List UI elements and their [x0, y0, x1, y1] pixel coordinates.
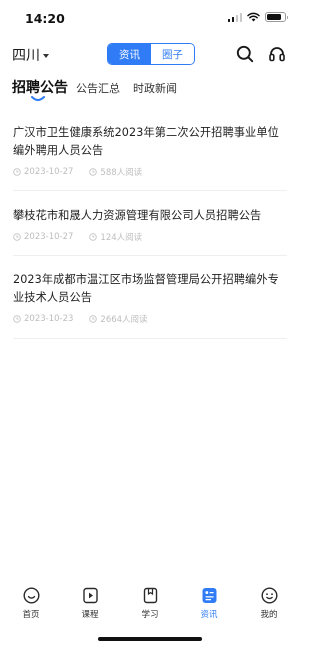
clock-icon — [13, 233, 21, 241]
article-meta: 2023-10-27 588人阅读 — [13, 166, 288, 178]
divider — [13, 338, 287, 339]
divider — [13, 190, 287, 191]
home-face-icon — [22, 586, 40, 604]
headset-icon — [269, 47, 285, 62]
battery-icon — [265, 12, 288, 22]
nav-study[interactable]: 学习 — [128, 586, 172, 620]
clock-icon — [13, 315, 21, 323]
views-text: 2664人阅读 — [100, 315, 148, 325]
news-icon — [202, 587, 216, 603]
customer-service-button[interactable] — [266, 43, 288, 65]
nav-news[interactable]: 资讯 — [187, 586, 231, 620]
segment-news[interactable]: 资讯 — [108, 44, 151, 64]
divider — [13, 255, 287, 256]
view-count-icon — [89, 315, 98, 323]
nav-label: 资讯 — [200, 610, 218, 620]
book-icon — [143, 587, 157, 603]
nav-label: 课程 — [81, 610, 99, 620]
caret-down-icon — [43, 53, 49, 58]
date-text: 2023-10-27 — [24, 232, 74, 242]
article-title: 广汉市卫生健康系统2023年第二次公开招聘事业单位编外聘用人员公告 — [13, 126, 279, 157]
article-title: 2023年成都市温江区市场监督管理局公开招聘编外专业技术人员公告 — [13, 273, 279, 304]
bottom-nav: 首页 课程 学习 资讯 我的 — [0, 586, 300, 626]
article-views: 124人阅读 — [89, 231, 142, 243]
region-label: 四川 — [12, 48, 40, 64]
article-title: 攀枝花市和晟人力资源管理有限公司人员招聘公告 — [13, 209, 262, 222]
article-date: 2023-10-27 — [13, 232, 73, 242]
list-item[interactable]: 广汉市卫生健康系统2023年第二次公开招聘事业单位编外聘用人员公告 2023-1… — [13, 124, 288, 178]
article-date: 2023-10-27 — [13, 167, 73, 177]
home-indicator[interactable] — [98, 637, 202, 641]
region-selector[interactable]: 四川 — [12, 45, 49, 65]
profile-face-icon — [260, 586, 278, 604]
nav-label: 学习 — [141, 610, 159, 620]
article-views: 2664人阅读 — [89, 313, 148, 325]
category-tabs: 招聘公告 公告汇总 时政新闻 — [0, 76, 300, 104]
tab-recruitment[interactable]: 招聘公告 — [12, 77, 68, 97]
nav-profile[interactable]: 我的 — [247, 586, 291, 620]
tab-politics-news[interactable]: 时政新闻 — [133, 80, 177, 96]
views-text: 124人阅读 — [100, 233, 143, 243]
article-views: 588人阅读 — [89, 166, 142, 178]
status-icons — [227, 12, 288, 22]
nav-label: 首页 — [22, 610, 40, 620]
segment-control: 资讯 圈子 — [107, 43, 195, 65]
article-meta: 2023-10-23 2664人阅读 — [13, 313, 288, 325]
date-text: 2023-10-27 — [24, 167, 74, 177]
nav-label: 我的 — [260, 610, 278, 620]
date-text: 2023-10-23 — [24, 314, 74, 324]
top-header: 四川 资讯 圈子 — [0, 36, 300, 74]
list-item[interactable]: 2023年成都市温江区市场监督管理局公开招聘编外专业技术人员公告 2023-10… — [13, 271, 288, 325]
view-count-icon — [89, 168, 98, 176]
nav-courses[interactable]: 课程 — [68, 586, 112, 620]
tab-summary[interactable]: 公告汇总 — [76, 80, 120, 96]
status-bar: 14:20 — [0, 0, 300, 36]
search-icon — [236, 45, 254, 63]
search-button[interactable] — [234, 43, 256, 65]
play-course-icon — [82, 587, 98, 603]
article-date: 2023-10-23 — [13, 314, 73, 324]
active-tab-indicator — [31, 96, 45, 101]
wifi-icon — [247, 12, 260, 22]
list-item[interactable]: 攀枝花市和晟人力资源管理有限公司人员招聘公告 2023-10-27 124人阅读 — [13, 207, 288, 243]
view-count-icon — [89, 233, 98, 241]
status-time: 14:20 — [25, 11, 65, 26]
cellular-signal-icon — [227, 12, 242, 22]
article-meta: 2023-10-27 124人阅读 — [13, 231, 288, 243]
clock-icon — [13, 168, 21, 176]
segment-circle[interactable]: 圈子 — [151, 44, 194, 64]
views-text: 588人阅读 — [100, 168, 143, 178]
nav-home[interactable]: 首页 — [9, 586, 53, 620]
